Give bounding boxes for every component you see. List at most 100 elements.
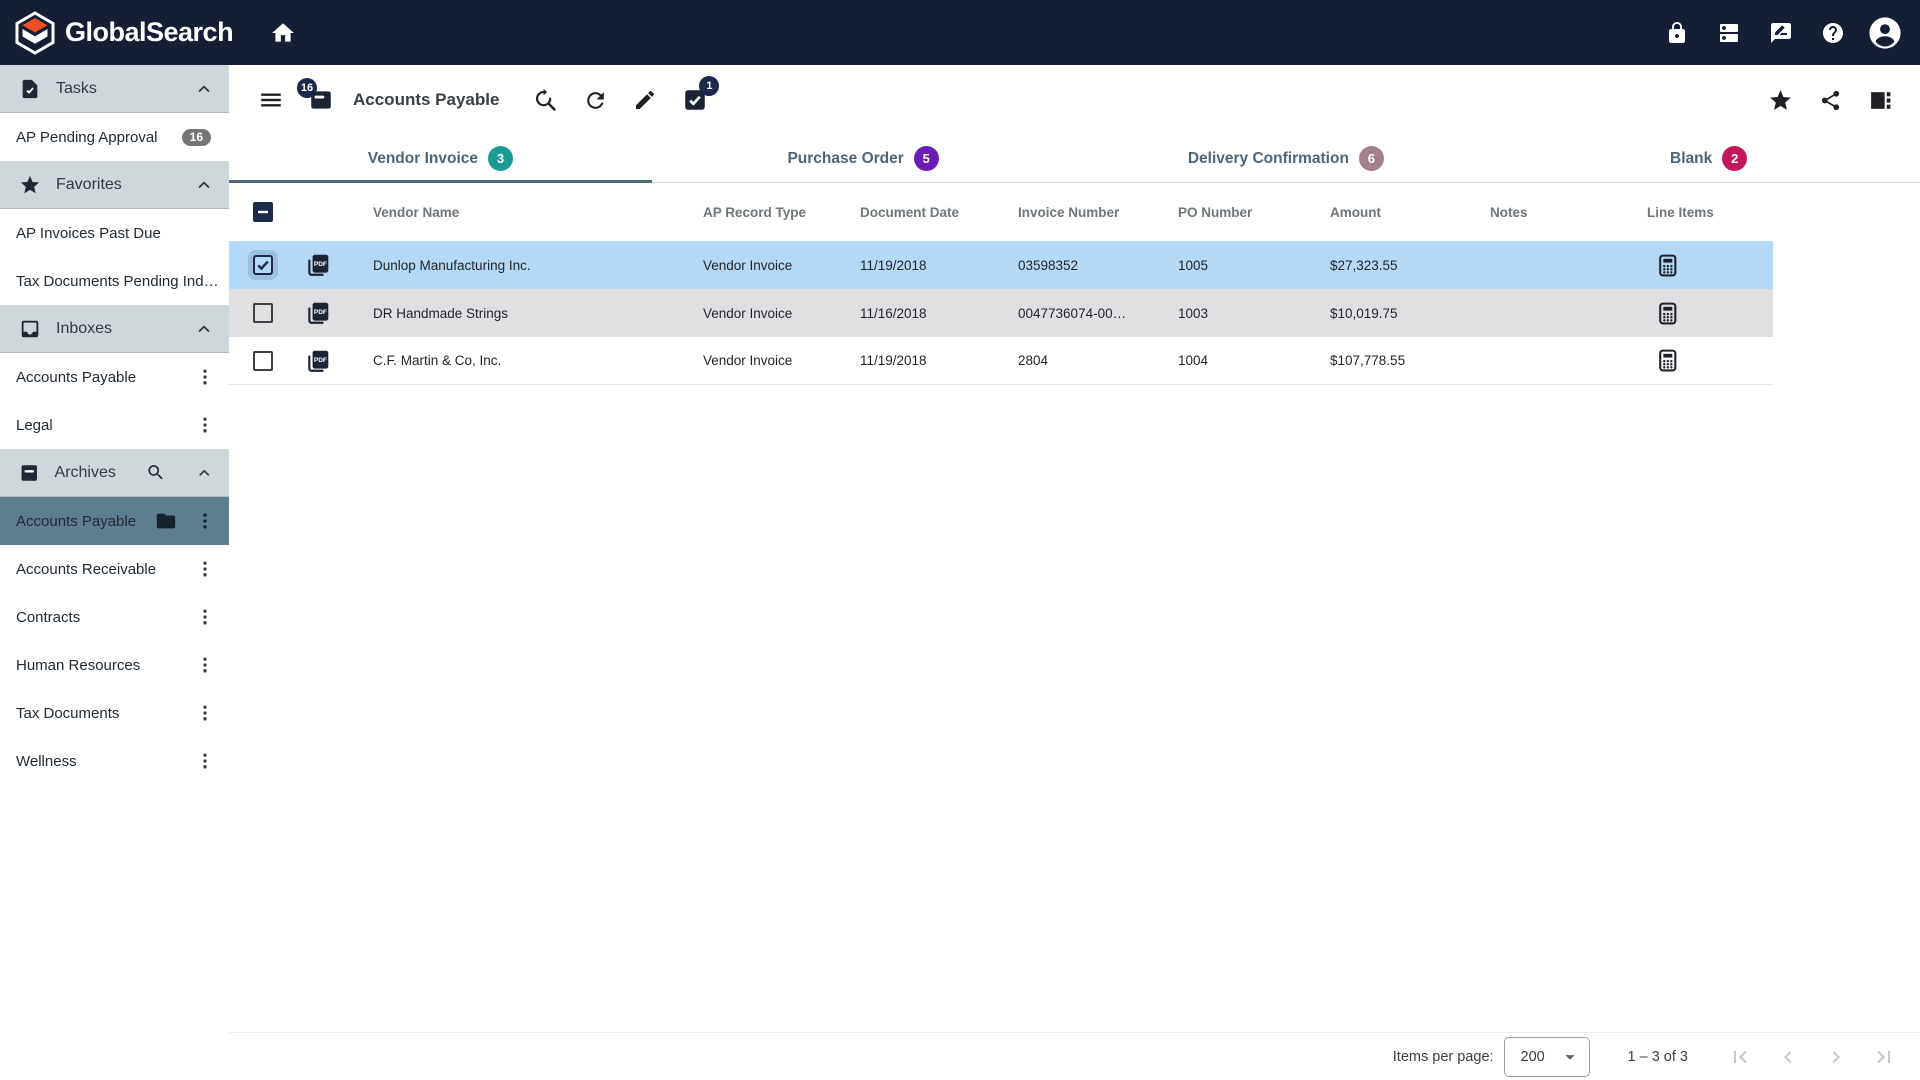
page-title: Accounts Payable <box>353 90 500 109</box>
row-checkbox[interactable] <box>253 255 273 275</box>
table-row[interactable]: PDF Dunlop Manufacturing Inc. Vendor Inv… <box>229 241 1773 289</box>
sidebar-section-tasks[interactable]: Tasks <box>0 65 229 113</box>
column-header-invoice-number[interactable]: Invoice Number <box>1018 205 1178 220</box>
cell-vendor-name: C.F. Martin & Co, Inc. <box>373 353 502 368</box>
pagination-nav <box>1728 1045 1896 1069</box>
sidebar-item-ap-pending-approval[interactable]: AP Pending Approval 16 <box>0 113 229 161</box>
navbar-right-icons <box>1660 13 1902 53</box>
cell-po-number: 1005 <box>1178 257 1209 273</box>
tab-purchase-order[interactable]: Purchase Order 5 <box>652 135 1075 182</box>
column-header-amount[interactable]: Amount <box>1330 205 1490 220</box>
kebab-menu-icon[interactable] <box>191 743 219 779</box>
sidebar-item-archive-wellness[interactable]: Wellness <box>0 737 229 785</box>
row-checkbox[interactable] <box>253 303 273 323</box>
refresh-icon[interactable] <box>579 82 611 118</box>
help-icon[interactable] <box>1816 13 1850 53</box>
menu-icon[interactable] <box>255 82 287 118</box>
share-icon[interactable] <box>1814 82 1846 118</box>
pagination-bar: Items per page: 200 1 – 3 of 3 <box>229 1032 1920 1080</box>
first-page-icon[interactable] <box>1728 1045 1752 1069</box>
kebab-menu-icon[interactable] <box>191 647 219 683</box>
table-header: Vendor Name AP Record Type Document Date… <box>229 183 1773 241</box>
account-avatar[interactable] <box>1868 13 1902 53</box>
sidebar: Tasks AP Pending Approval 16 Favorites A… <box>0 65 229 1080</box>
main-content: 16 Accounts Payable 1 Vendor Invoice 3 P… <box>229 65 1920 1080</box>
sidebar-item-inbox-legal[interactable]: Legal <box>0 401 229 449</box>
home-icon[interactable] <box>263 13 303 53</box>
sidebar-item-tax-documents-pending[interactable]: Tax Documents Pending Inde… <box>0 257 229 305</box>
chevron-up-icon[interactable] <box>193 318 215 340</box>
svg-text:PDF: PDF <box>314 309 327 316</box>
table-row[interactable]: PDF C.F. Martin & Co, Inc. Vendor Invoic… <box>229 337 1773 385</box>
last-page-icon[interactable] <box>1872 1045 1896 1069</box>
column-header-vendor-name[interactable]: Vendor Name <box>373 205 703 220</box>
sidebar-item-archive-accounts-receivable[interactable]: Accounts Receivable <box>0 545 229 593</box>
cell-vendor-name: Dunlop Manufacturing Inc. <box>373 257 531 273</box>
sidebar-item-archive-contracts[interactable]: Contracts <box>0 593 229 641</box>
tab-blank[interactable]: Blank 2 <box>1497 135 1920 182</box>
kebab-menu-icon[interactable] <box>191 503 219 539</box>
app-root: GlobalSearch Tasks AP Pending Approval 1… <box>0 0 1920 1080</box>
favorite-star-icon[interactable] <box>1764 82 1796 118</box>
sidebar-item-archive-accounts-payable[interactable]: Accounts Payable <box>0 497 229 545</box>
inbox-icon <box>21 320 39 337</box>
kebab-menu-icon[interactable] <box>191 599 219 635</box>
line-items-icon[interactable] <box>1655 253 1680 278</box>
sidebar-item-archive-human-resources[interactable]: Human Resources <box>0 641 229 689</box>
sidebar-section-inboxes[interactable]: Inboxes <box>0 305 229 353</box>
brand-name: GlobalSearch <box>65 17 234 47</box>
column-header-notes[interactable]: Notes <box>1490 205 1647 220</box>
sidebar-item-ap-invoices-past-due[interactable]: AP Invoices Past Due <box>0 209 229 257</box>
kebab-menu-icon[interactable] <box>191 551 219 587</box>
item-label: Legal <box>16 416 53 434</box>
section-label: Inboxes <box>56 319 113 337</box>
page-size-select[interactable]: 200 <box>1503 1036 1590 1077</box>
previous-page-icon[interactable] <box>1776 1045 1800 1069</box>
section-label: Favorites <box>56 175 122 193</box>
column-header-line-items[interactable]: Line Items <box>1647 205 1773 220</box>
tab-vendor-invoice[interactable]: Vendor Invoice 3 <box>229 135 652 183</box>
page-size-value: 200 <box>1520 1048 1545 1065</box>
sidebar-item-archive-tax-documents[interactable]: Tax Documents <box>0 689 229 737</box>
search-icon[interactable] <box>146 462 166 483</box>
pdf-icon[interactable]: PDF <box>305 348 331 374</box>
column-header-po-number[interactable]: PO Number <box>1178 205 1330 220</box>
lock-icon[interactable] <box>1660 13 1694 53</box>
kebab-menu-icon[interactable] <box>191 407 219 443</box>
section-label: Tasks <box>56 79 97 97</box>
cell-invoice-number: 0047736074-00… <box>1018 305 1127 321</box>
cell-amount: $107,778.55 <box>1330 353 1406 368</box>
chevron-up-icon[interactable] <box>193 174 215 196</box>
kebab-menu-icon[interactable] <box>191 359 219 395</box>
pdf-icon[interactable]: PDF <box>305 252 331 278</box>
item-label: Contracts <box>16 608 81 626</box>
cell-po-number: 1003 <box>1178 305 1209 321</box>
view-sidebar-icon[interactable] <box>1864 82 1896 118</box>
item-label: Accounts Receivable <box>16 560 157 578</box>
cell-po-number: 1004 <box>1178 353 1209 368</box>
kebab-menu-icon[interactable] <box>191 695 219 731</box>
row-checkbox[interactable] <box>253 350 273 371</box>
select-done-icon[interactable]: 1 <box>679 76 720 118</box>
inbox-filled-icon[interactable]: 16 <box>297 78 337 118</box>
tab-delivery-confirmation[interactable]: Delivery Confirmation 6 <box>1075 135 1498 182</box>
sidebar-item-inbox-accounts-payable[interactable]: Accounts Payable <box>0 353 229 401</box>
column-header-ap-record-type[interactable]: AP Record Type <box>703 205 860 220</box>
tab-label: Vendor Invoice <box>367 149 478 167</box>
edit-icon[interactable] <box>629 82 661 118</box>
item-label: AP Pending Approval <box>16 128 158 146</box>
line-items-icon[interactable] <box>1655 348 1680 373</box>
chevron-up-icon[interactable] <box>194 462 215 484</box>
pdf-icon[interactable]: PDF <box>305 300 331 326</box>
search-again-icon[interactable] <box>529 82 561 118</box>
dns-icon[interactable] <box>1712 13 1746 53</box>
column-header-document-date[interactable]: Document Date <box>860 205 1018 220</box>
chevron-up-icon[interactable] <box>193 78 215 100</box>
table-row[interactable]: PDF DR Handmade Strings Vendor Invoice 1… <box>229 289 1773 337</box>
select-all-checkbox[interactable] <box>253 202 273 222</box>
line-items-icon[interactable] <box>1655 301 1680 326</box>
feedback-icon[interactable] <box>1764 13 1798 53</box>
sidebar-section-favorites[interactable]: Favorites <box>0 161 229 209</box>
next-page-icon[interactable] <box>1824 1045 1848 1069</box>
sidebar-section-archives[interactable]: Archives <box>0 449 229 497</box>
